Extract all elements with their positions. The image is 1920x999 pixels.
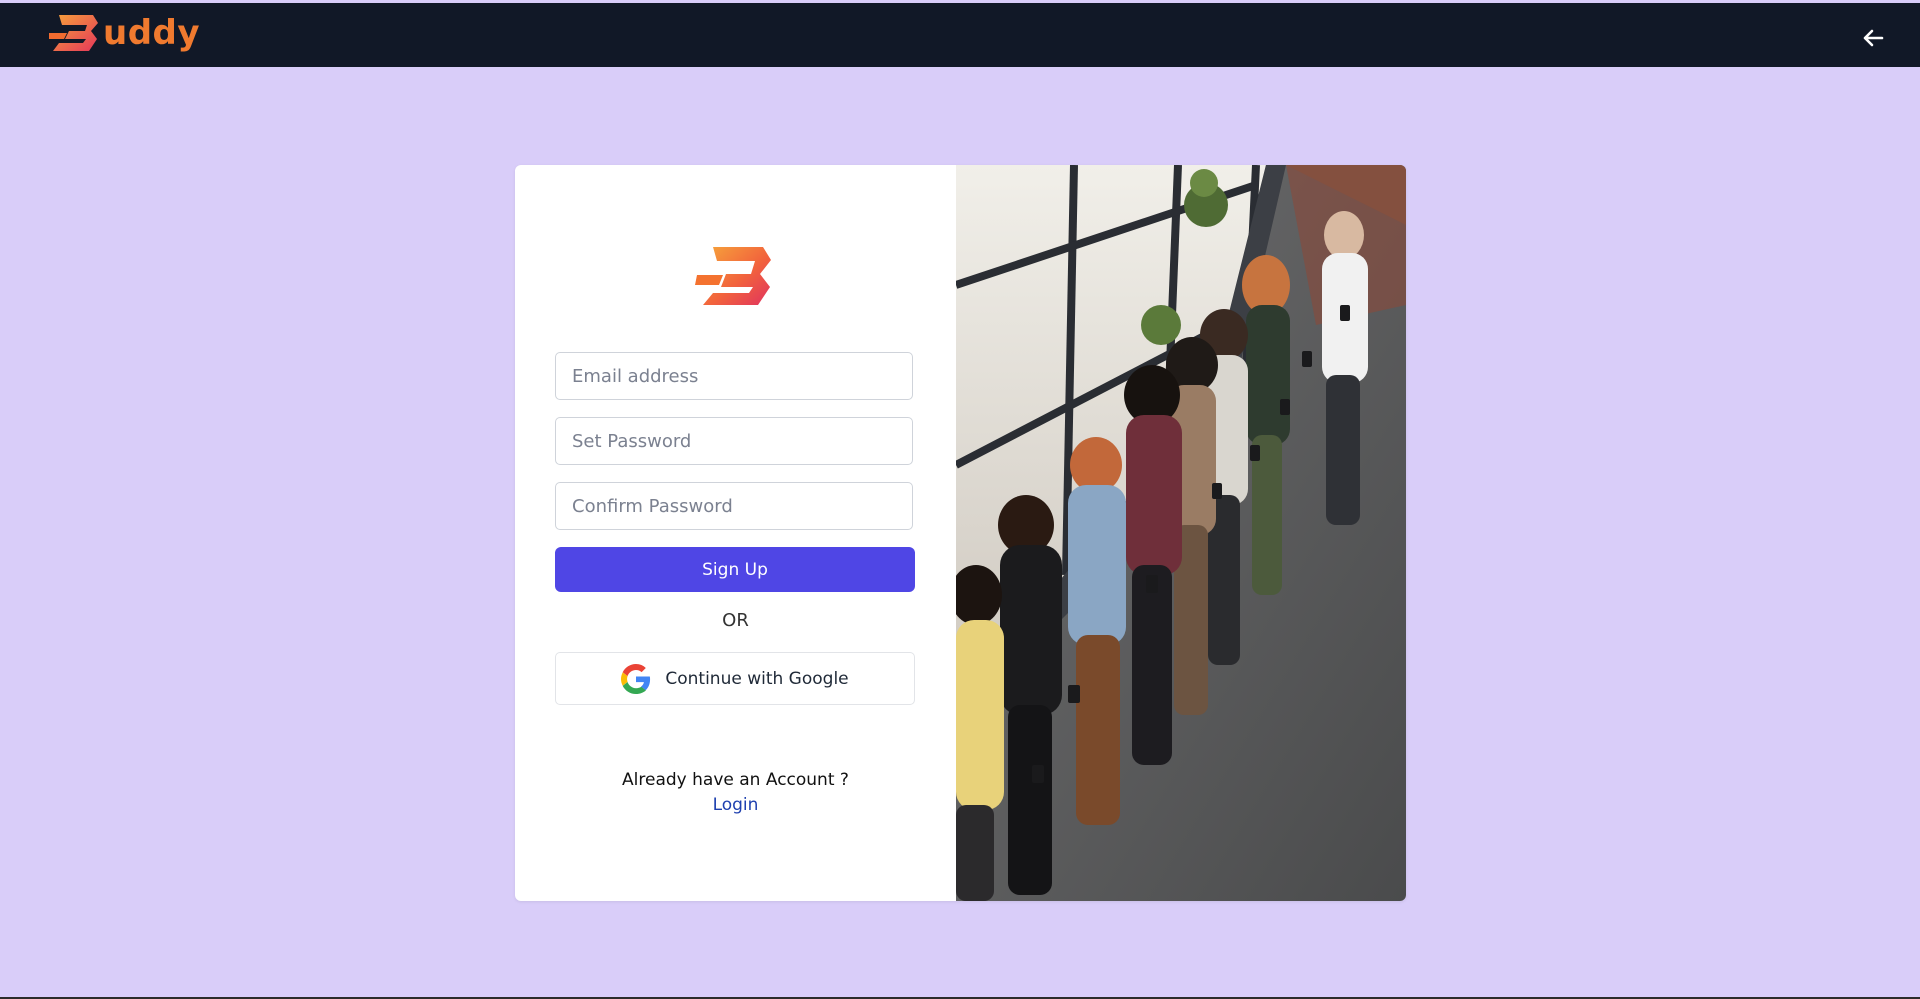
back-button[interactable] xyxy=(1858,23,1888,53)
google-button-label: Continue with Google xyxy=(665,668,849,689)
signup-form-panel: Sign Up OR Continue with Google Already … xyxy=(515,165,956,901)
app-logo-icon xyxy=(695,247,771,305)
set-password-input[interactable] xyxy=(555,417,913,465)
brand-logo[interactable]: uddy xyxy=(49,13,200,53)
login-link[interactable]: Login xyxy=(515,795,956,815)
signup-button[interactable]: Sign Up xyxy=(555,547,915,592)
signup-card: Sign Up OR Continue with Google Already … xyxy=(515,165,1406,901)
hero-photo xyxy=(956,165,1406,901)
arrow-left-icon xyxy=(1863,29,1884,47)
top-navbar: uddy xyxy=(0,3,1920,67)
existing-account-text: Already have an Account ? xyxy=(622,770,849,790)
brand-name: uddy xyxy=(103,13,201,53)
google-signin-button[interactable]: Continue with Google xyxy=(555,652,915,705)
google-icon xyxy=(621,663,651,694)
brand-mark-icon xyxy=(49,15,98,51)
confirm-password-input[interactable] xyxy=(555,482,913,530)
email-input[interactable] xyxy=(555,352,913,400)
hero-photo-illustration xyxy=(956,165,1406,901)
or-divider: OR xyxy=(722,610,749,631)
